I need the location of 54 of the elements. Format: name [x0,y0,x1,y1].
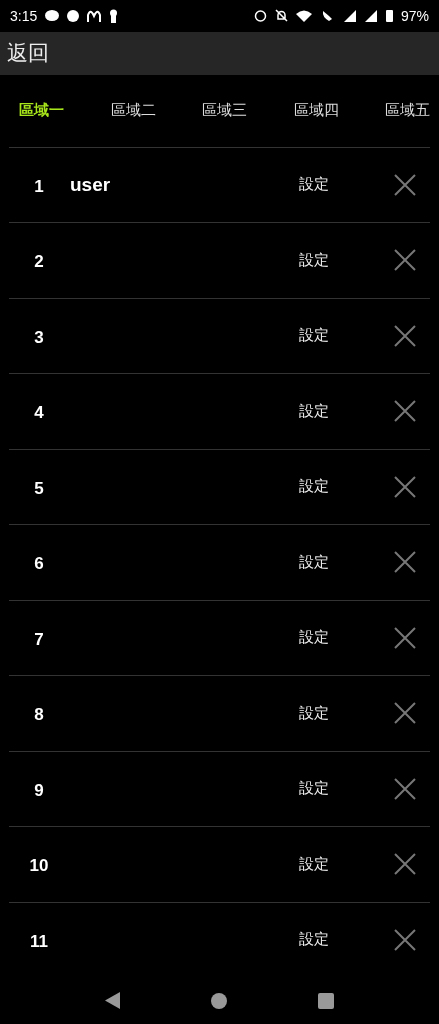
zone-tab[interactable]: 區域一 [19,101,64,121]
row-number: 2 [33,251,45,273]
settings-button[interactable]: 設定 [299,175,329,195]
settings-button[interactable]: 設定 [299,250,329,270]
arches-icon [87,9,102,22]
row-number: 9 [33,779,45,801]
home-nav-icon[interactable] [211,992,227,1009]
row-number: 4 [33,402,45,424]
user-name: user [70,173,111,196]
keyhole-icon [109,8,119,23]
battery-icon [385,9,393,23]
battery-level: 97% [400,7,429,24]
settings-button[interactable]: 設定 [299,854,329,874]
zone-tab[interactable]: 區域二 [110,101,156,121]
back-nav-icon[interactable] [105,992,121,1010]
settings-button[interactable]: 設定 [299,628,329,648]
close-icon[interactable] [394,702,416,725]
zone-tab[interactable]: 區域四 [293,101,339,121]
back-button[interactable]: 返回 [7,39,49,68]
row-number: 5 [33,477,45,499]
close-icon[interactable] [394,324,416,347]
zone-tab[interactable]: 區域五 [385,101,430,121]
close-icon[interactable] [394,626,416,649]
zone-tab[interactable]: 區域三 [202,101,247,121]
settings-button[interactable]: 設定 [299,930,329,950]
settings-button[interactable]: 設定 [299,552,329,572]
close-icon[interactable] [394,551,416,574]
close-icon[interactable] [394,249,416,272]
wifi-icon [295,9,312,22]
row-number: 6 [33,553,45,575]
settings-button[interactable]: 設定 [299,477,329,497]
close-icon[interactable] [394,400,416,423]
close-icon[interactable] [394,777,416,800]
settings-button[interactable]: 設定 [299,779,329,799]
status-time: 3:15 [10,7,38,24]
close-icon[interactable] [394,928,416,951]
close-icon[interactable] [394,475,416,498]
row-number: 10 [28,855,50,877]
row-number: 3 [33,326,45,348]
muted-bell-icon [274,9,288,23]
close-icon[interactable] [394,853,416,876]
settings-button[interactable]: 設定 [299,703,329,723]
settings-button[interactable]: 設定 [299,401,329,421]
recents-nav-icon[interactable] [317,992,334,1009]
signal-icon [343,9,357,22]
signal-icon [364,9,378,22]
settings-button[interactable]: 設定 [299,326,329,346]
row-number: 11 [29,930,49,952]
alarm-icon [253,9,267,23]
row-number: 8 [33,704,45,726]
close-icon[interactable] [394,173,416,196]
row-number: 7 [33,628,45,650]
row-number: 1 [33,175,45,197]
chat-icon [45,9,60,22]
